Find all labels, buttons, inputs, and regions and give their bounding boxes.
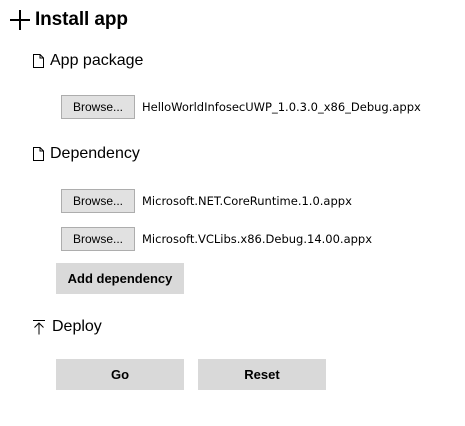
dependency-file-name: Microsoft.VCLibs.x86.Debug.14.00.appx <box>142 232 373 246</box>
dependency-heading: Dependency <box>33 143 140 165</box>
deploy-heading: Deploy <box>32 316 102 338</box>
page-header: Install app <box>9 6 128 34</box>
add-dependency-button[interactable]: Add dependency <box>56 263 184 294</box>
dependency-browse-button[interactable]: Browse... <box>61 189 135 213</box>
reset-button[interactable]: Reset <box>198 359 326 390</box>
document-icon <box>33 54 44 68</box>
dependency-label: Dependency <box>50 145 140 162</box>
document-icon <box>33 147 44 161</box>
upload-icon <box>33 320 45 335</box>
go-button[interactable]: Go <box>56 359 184 390</box>
plus-icon <box>9 9 31 31</box>
dependency-browse-button[interactable]: Browse... <box>61 227 135 251</box>
page-title: Install app <box>35 9 128 30</box>
app-package-file-name: HelloWorldInfosecUWP_1.0.3.0_x86_Debug.a… <box>142 100 421 114</box>
app-package-label: App package <box>50 52 144 69</box>
app-package-heading: App package <box>33 50 143 72</box>
dependency-file-name: Microsoft.NET.CoreRuntime.1.0.appx <box>142 194 352 208</box>
deploy-label: Deploy <box>52 318 102 335</box>
app-package-browse-button[interactable]: Browse... <box>61 95 135 119</box>
